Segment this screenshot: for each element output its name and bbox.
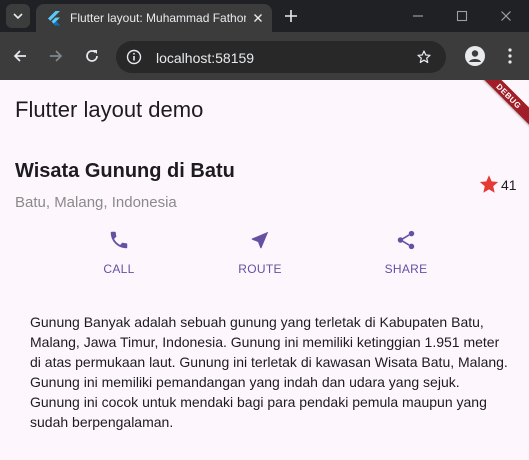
arrow-left-icon (13, 50, 26, 62)
plus-icon (285, 10, 297, 22)
debug-banner: DEBUG (477, 80, 529, 128)
call-button[interactable]: CALL (79, 228, 159, 276)
rating-count: 41 (501, 177, 517, 193)
url-text[interactable]: localhost:58159 (156, 50, 254, 66)
browser-toolbar: localhost:58159 (0, 32, 529, 80)
more-vert-icon (508, 48, 512, 64)
tab-search-button[interactable] (6, 4, 30, 28)
tab-title: Flutter layout: Muhammad Fathoni (70, 11, 246, 25)
page-content: Flutter layout demo DEBUG Wisata Gunung … (0, 80, 529, 460)
window-close-button[interactable] (496, 6, 516, 26)
bookmark-button[interactable] (414, 47, 434, 67)
close-icon (254, 14, 262, 22)
profile-button[interactable] (464, 45, 486, 67)
close-icon (501, 11, 511, 21)
back-button[interactable] (10, 46, 30, 66)
new-tab-button[interactable] (281, 6, 301, 26)
forward-button[interactable] (46, 46, 66, 66)
star-icon (479, 175, 499, 193)
share-icon (394, 228, 418, 252)
info-icon (126, 49, 142, 65)
address-bar[interactable]: localhost:58159 (116, 41, 446, 73)
maximize-button[interactable] (452, 6, 472, 26)
tab-close-button[interactable] (250, 10, 266, 26)
minimize-button[interactable] (408, 6, 428, 26)
star-outline-icon (417, 50, 431, 64)
maximize-icon (456, 10, 468, 22)
place-description: Gunung Banyak adalah sebuah gunung yang … (30, 314, 508, 430)
site-info-button[interactable] (124, 47, 144, 67)
arrow-right-icon (50, 50, 63, 62)
route-button[interactable]: ROUTE (220, 228, 300, 276)
reload-button[interactable] (82, 46, 102, 66)
browser-tab-active[interactable]: Flutter layout: Muhammad Fathoni (36, 4, 272, 32)
browser-tab-strip: Flutter layout: Muhammad Fathoni (0, 0, 529, 32)
place-location: Batu, Malang, Indonesia (15, 194, 177, 211)
reload-icon (86, 50, 98, 62)
app-bar-title: Flutter layout demo (15, 97, 204, 122)
place-title: Wisata Gunung di Batu (15, 160, 235, 182)
call-label: CALL (103, 262, 135, 276)
phone-icon (107, 228, 131, 252)
minimize-icon (413, 15, 423, 17)
route-label: ROUTE (238, 262, 282, 276)
share-button[interactable]: SHARE (366, 228, 446, 276)
chevron-down-icon (13, 13, 23, 20)
near-me-icon (248, 228, 272, 252)
flutter-logo-icon (48, 11, 60, 26)
share-label: SHARE (384, 262, 428, 276)
avatar-icon (465, 46, 485, 66)
browser-menu-button[interactable] (500, 46, 520, 66)
